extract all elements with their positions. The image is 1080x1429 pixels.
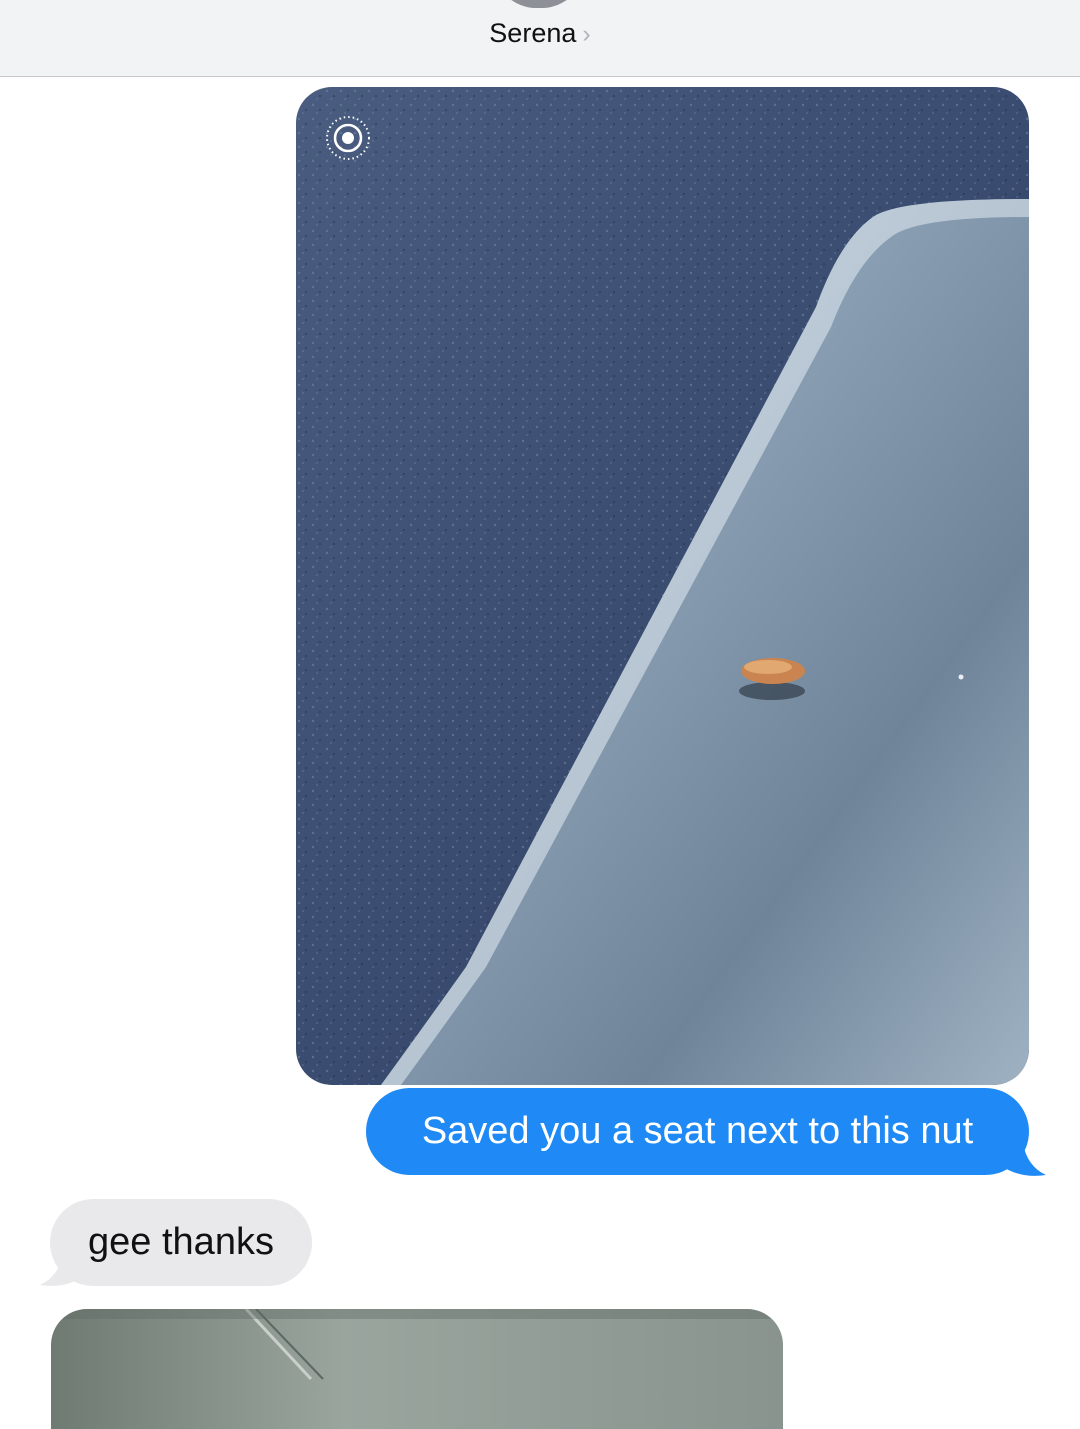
message-thread: Saved you a seat next to this nut gee th… [0,77,1080,1429]
incoming-photo-message[interactable] [51,1309,783,1429]
contact-name-button[interactable]: Serena › [0,18,1080,49]
outgoing-text-message[interactable]: Saved you a seat next to this nut [366,1088,1029,1175]
photo-image [296,87,1029,1085]
contact-name: Serena [489,18,577,48]
conversation-header: Serena › [0,0,1080,77]
live-photo-icon [326,116,370,160]
contact-avatar[interactable] [494,0,584,8]
incoming-text-message[interactable]: gee thanks [50,1199,312,1286]
photo-message[interactable] [296,87,1029,1085]
photo-image [51,1309,783,1429]
message-text: gee thanks [88,1221,274,1263]
chevron-right-icon: › [582,20,591,48]
message-text: Saved you a seat next to this nut [421,1110,974,1152]
